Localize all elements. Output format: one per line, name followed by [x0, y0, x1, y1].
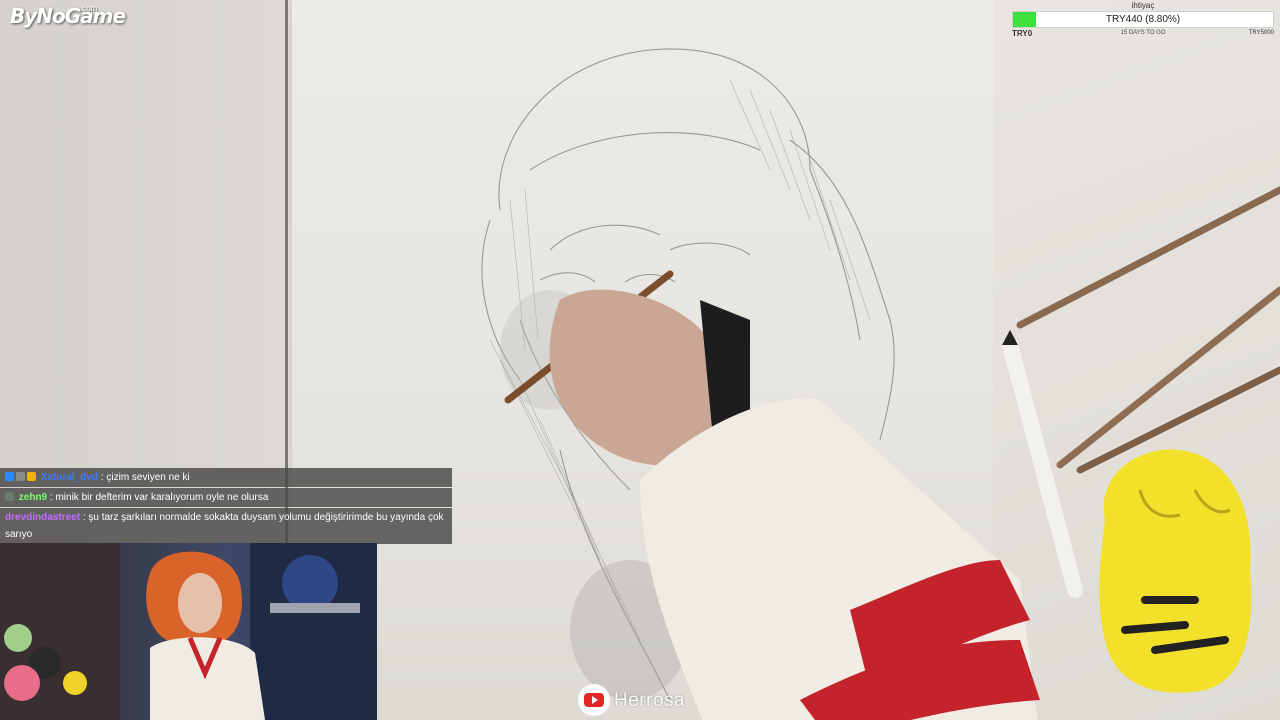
chat-badge-icon	[5, 492, 14, 501]
webcam-feed	[0, 543, 377, 720]
chat-username: drevdindastreet	[5, 512, 81, 523]
donation-amount: TRY440 (8.80%)	[1105, 14, 1181, 25]
chat-text: : minik bir defterim var karalıyorum oyl…	[49, 492, 269, 503]
yellow-toy	[1099, 449, 1252, 693]
webcam-scene	[0, 543, 377, 720]
chat-overlay: Xxtural_dvd : çizim seviyen ne ki zehn9 …	[0, 468, 452, 544]
chat-username: zehn9	[18, 492, 48, 503]
donation-max-label: TRY5000	[1248, 30, 1274, 36]
chat-badge-icon	[27, 472, 36, 481]
channel-name: Herrosa	[614, 690, 686, 711]
donation-goal-widget: ihtiyaç TRY440 (8.80%) TRY0 15 DAYS TO G…	[1012, 0, 1274, 40]
chat-badges	[5, 492, 16, 503]
chat-message: drevdindastreet : şu tarz şarkıları norm…	[0, 508, 452, 544]
chat-badges	[5, 472, 38, 483]
youtube-icon	[578, 684, 610, 716]
chat-text: : çizim seviyen ne ki	[100, 472, 190, 483]
logo-text: ByNoGame	[10, 4, 126, 28]
site-logo: ByNoGame	[10, 4, 126, 28]
chat-badge-icon	[5, 472, 14, 481]
logo-superscript: .com	[80, 4, 98, 13]
donation-days-left: 15 DAYS TO GO	[1120, 30, 1166, 36]
chat-message: zehn9 : minik bir defterim var karalıyor…	[0, 488, 452, 507]
chat-username: Xxtural_dvd	[40, 472, 99, 483]
donation-goal-title: ihtiyaç	[1131, 1, 1155, 10]
chat-badge-icon	[16, 472, 25, 481]
donation-progress-bar: TRY440 (8.80%)	[1012, 11, 1274, 28]
chat-message: Xxtural_dvd : çizim seviyen ne ki	[0, 468, 452, 487]
